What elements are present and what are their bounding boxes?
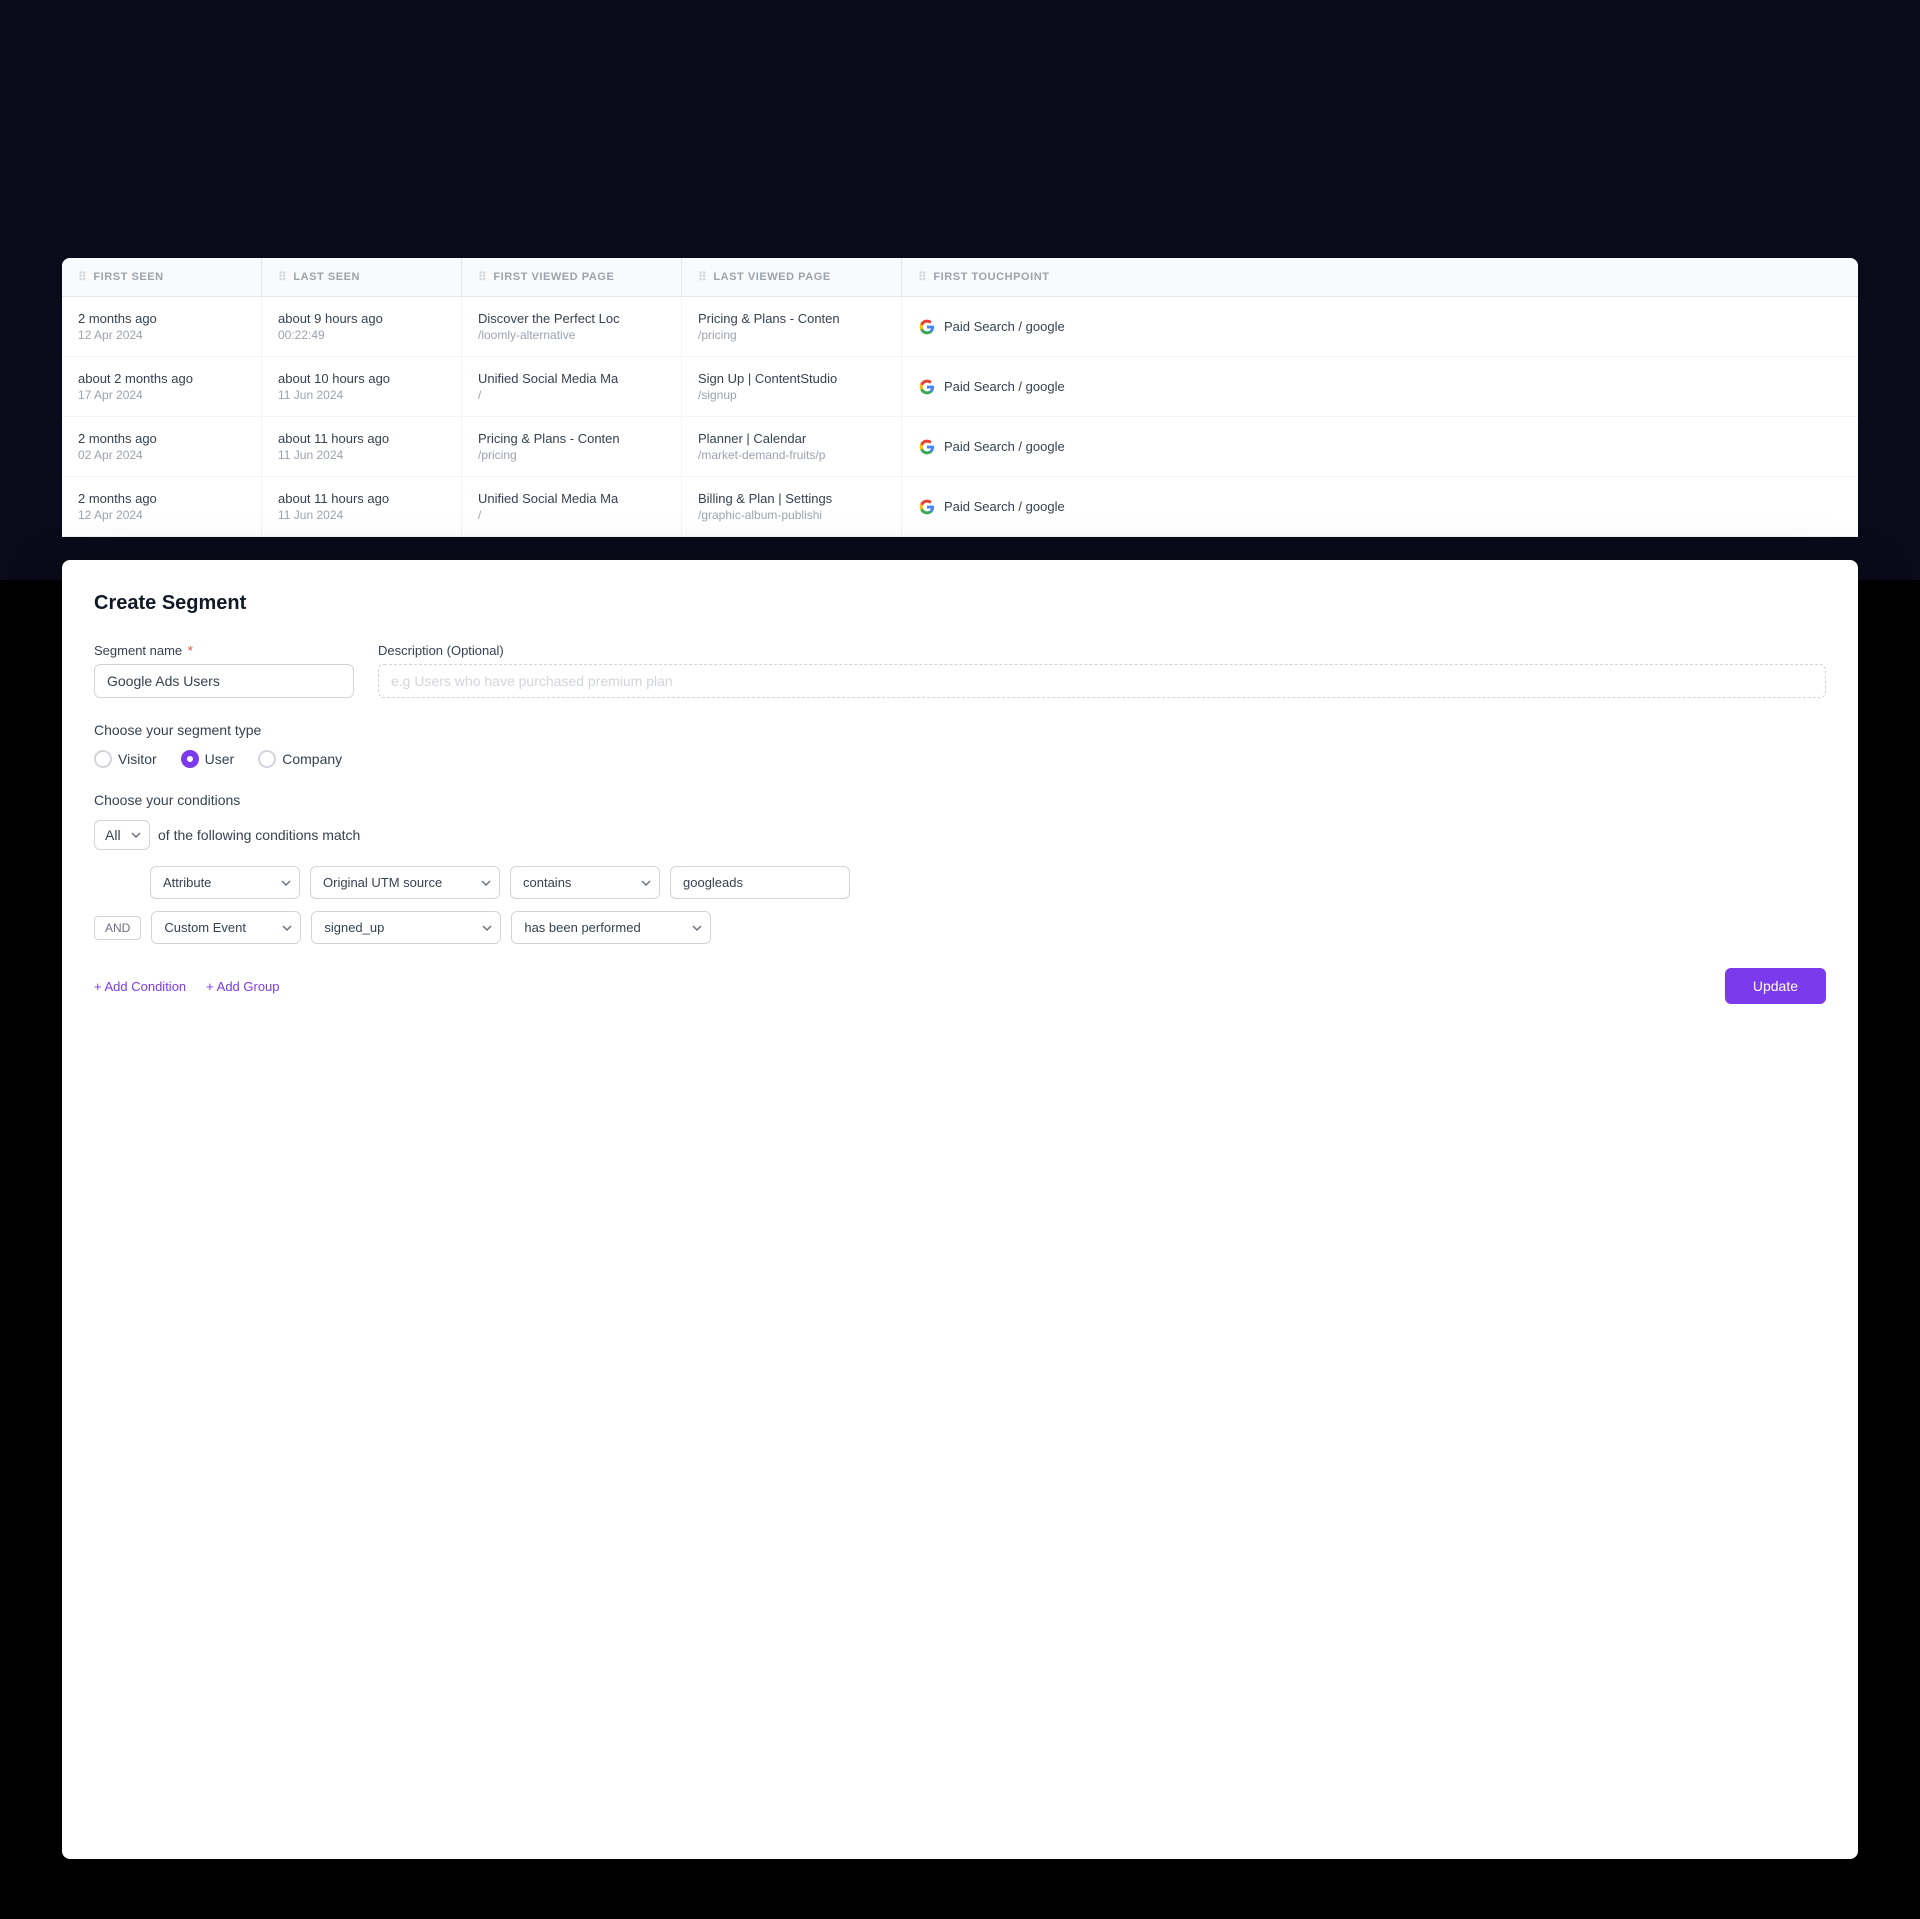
- cell-first-seen: about 2 months ago 17 Apr 2024: [62, 357, 262, 416]
- google-icon: [918, 438, 936, 456]
- add-condition-button[interactable]: + Add Condition: [94, 979, 186, 994]
- segment-name-label: Segment name *: [94, 643, 354, 658]
- cell-last-seen: about 9 hours ago 00:22:49: [262, 297, 462, 356]
- update-button[interactable]: Update: [1725, 968, 1826, 1004]
- cell-last-seen: about 11 hours ago 11 Jun 2024: [262, 417, 462, 476]
- form-top-row: Segment name * Description (Optional): [94, 643, 1826, 698]
- radio-visitor-circle: [94, 750, 112, 768]
- condition1-field-select[interactable]: Original UTM source: [310, 866, 500, 899]
- cell-last-viewed: Billing & Plan | Settings /graphic-album…: [682, 477, 902, 536]
- radio-company-circle: [258, 750, 276, 768]
- table-row: 2 months ago 12 Apr 2024 about 11 hours …: [62, 477, 1858, 537]
- cell-first-seen: 2 months ago 12 Apr 2024: [62, 477, 262, 536]
- segment-name-input[interactable]: [94, 664, 354, 698]
- google-icon: [918, 318, 936, 336]
- description-label: Description (Optional): [378, 643, 1826, 658]
- cell-last-viewed: Pricing & Plans - Conten /pricing: [682, 297, 902, 356]
- condition2-type-select[interactable]: Custom Event: [151, 911, 301, 944]
- segment-type-label: Choose your segment type: [94, 722, 1826, 738]
- cell-last-viewed: Planner | Calendar /market-demand-fruits…: [682, 417, 902, 476]
- drag-icon: ⠿: [78, 270, 87, 284]
- conditions-section: Choose your conditions All of the follow…: [94, 792, 1826, 944]
- col-header-last-viewed: ⠿ LAST VIEWED PAGE: [682, 258, 902, 296]
- condition1-value-input[interactable]: [670, 866, 850, 899]
- footer-left: + Add Condition + Add Group: [94, 979, 280, 994]
- condition1-operator-select[interactable]: contains: [510, 866, 660, 899]
- conditions-text: of the following conditions match: [158, 827, 360, 843]
- condition-row-1: Attribute Original UTM source contains: [94, 866, 1826, 899]
- drag-icon: ⠿: [698, 270, 707, 284]
- modal-title: Create Segment: [94, 592, 1826, 615]
- radio-group: Visitor User Company: [94, 750, 1826, 768]
- segment-name-group: Segment name *: [94, 643, 354, 698]
- cell-last-seen: about 11 hours ago 11 Jun 2024: [262, 477, 462, 536]
- modal-footer: + Add Condition + Add Group Update: [94, 968, 1826, 1004]
- google-icon: [918, 498, 936, 516]
- create-segment-modal: Create Segment Segment name * Descriptio…: [62, 560, 1858, 1859]
- all-select[interactable]: All: [94, 820, 150, 850]
- condition2-operator-select[interactable]: has been performed: [511, 911, 711, 944]
- data-table: ⠿ FIRST SEEN ⠿ LAST SEEN ⠿ FIRST VIEWED …: [62, 258, 1858, 537]
- radio-visitor[interactable]: Visitor: [94, 750, 157, 768]
- col-header-last-seen: ⠿ LAST SEEN: [262, 258, 462, 296]
- col-header-first-touch: ⠿ FIRST TOUCHPOINT: [902, 258, 1858, 296]
- cell-touchpoint: Paid Search / google: [902, 417, 1858, 476]
- required-indicator: *: [188, 643, 193, 658]
- cell-first-viewed: Unified Social Media Ma /: [462, 477, 682, 536]
- table-row: about 2 months ago 17 Apr 2024 about 10 …: [62, 357, 1858, 417]
- cell-first-viewed: Discover the Perfect Loc /loomly-alterna…: [462, 297, 682, 356]
- condition-row-2: AND Custom Event signed_up has been perf…: [94, 911, 1826, 944]
- cell-first-viewed: Unified Social Media Ma /: [462, 357, 682, 416]
- radio-user[interactable]: User: [181, 750, 235, 768]
- description-input[interactable]: [378, 664, 1826, 698]
- table-row: 2 months ago 02 Apr 2024 about 11 hours …: [62, 417, 1858, 477]
- description-group: Description (Optional): [378, 643, 1826, 698]
- drag-icon: ⠿: [478, 270, 487, 284]
- google-icon: [918, 378, 936, 396]
- cell-touchpoint: Paid Search / google: [902, 477, 1858, 536]
- table-row: 2 months ago 12 Apr 2024 about 9 hours a…: [62, 297, 1858, 357]
- cell-touchpoint: Paid Search / google: [902, 357, 1858, 416]
- radio-user-circle: [181, 750, 199, 768]
- conditions-header: All of the following conditions match: [94, 820, 1826, 850]
- cell-first-seen: 2 months ago 12 Apr 2024: [62, 297, 262, 356]
- cell-last-seen: about 10 hours ago 11 Jun 2024: [262, 357, 462, 416]
- radio-company[interactable]: Company: [258, 750, 342, 768]
- drag-icon: ⠿: [278, 270, 287, 284]
- cell-first-seen: 2 months ago 02 Apr 2024: [62, 417, 262, 476]
- drag-icon: ⠿: [918, 270, 927, 284]
- cell-touchpoint: Paid Search / google: [902, 297, 1858, 356]
- conditions-label: Choose your conditions: [94, 792, 1826, 808]
- segment-type-section: Choose your segment type Visitor User Co…: [94, 722, 1826, 768]
- and-badge: AND: [94, 916, 141, 940]
- add-group-button[interactable]: + Add Group: [206, 979, 279, 994]
- table-header: ⠿ FIRST SEEN ⠿ LAST SEEN ⠿ FIRST VIEWED …: [62, 258, 1858, 297]
- condition1-type-select[interactable]: Attribute: [150, 866, 300, 899]
- col-header-first-seen: ⠿ FIRST SEEN: [62, 258, 262, 296]
- cell-first-viewed: Pricing & Plans - Conten /pricing: [462, 417, 682, 476]
- cell-last-viewed: Sign Up | ContentStudio /signup: [682, 357, 902, 416]
- condition2-field-select[interactable]: signed_up: [311, 911, 501, 944]
- col-header-first-viewed: ⠿ FIRST VIEWED PAGE: [462, 258, 682, 296]
